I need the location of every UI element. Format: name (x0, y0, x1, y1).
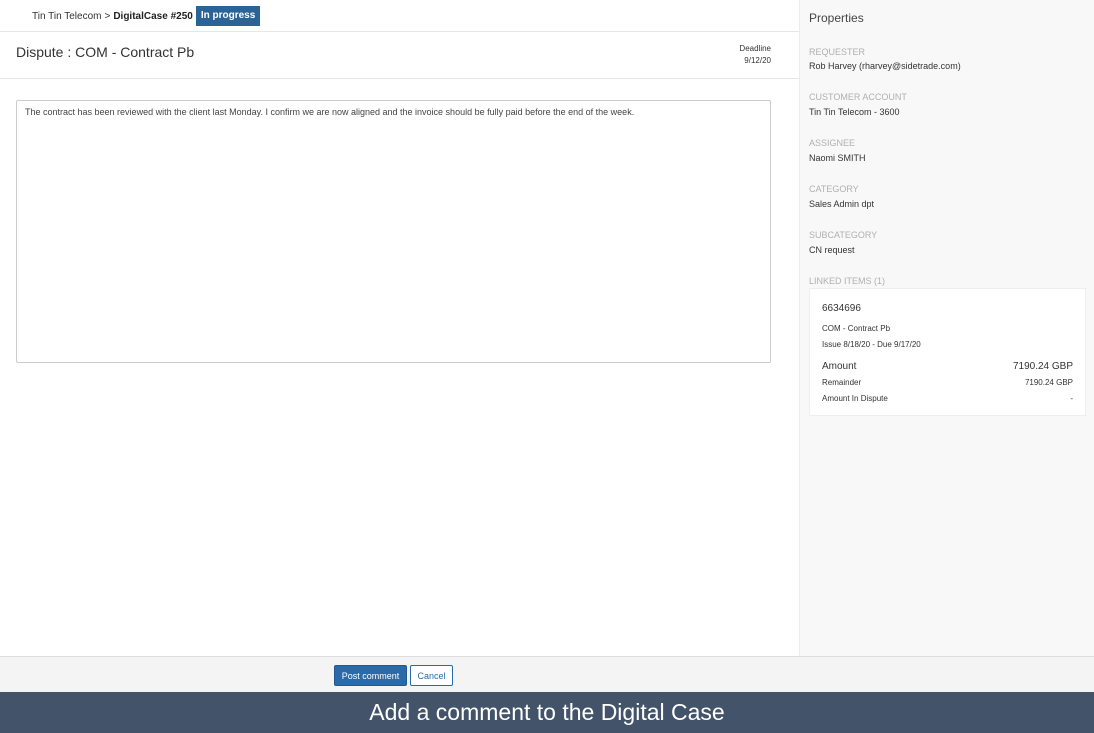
case-title: Dispute : COM - Contract Pb (16, 44, 195, 60)
dispute-row: Amount In Dispute - (822, 394, 1073, 403)
properties-sidebar: Properties REQUESTER Rob Harvey (rharvey… (799, 0, 1094, 656)
requester-label: REQUESTER (809, 47, 866, 57)
category-label: CATEGORY (809, 184, 859, 194)
dispute-value: - (1070, 394, 1073, 403)
deadline: Deadline 9/12/20 (739, 44, 771, 65)
cancel-button[interactable]: Cancel (410, 665, 453, 686)
subcategory-value: CN request (809, 245, 855, 255)
breadcrumb: Tin Tin Telecom > DigitalCase #250 In pr… (32, 6, 261, 26)
linked-item-card[interactable]: 6634696 COM - Contract Pb Issue 8/18/20 … (809, 288, 1086, 416)
amount-value: 7190.24 GBP (1012, 361, 1073, 372)
category-value: Sales Admin dpt (809, 199, 875, 209)
deadline-label: Deadline (739, 44, 771, 53)
linked-item-dates: Issue 8/18/20 - Due 9/17/20 (822, 340, 921, 349)
requester-value: Rob Harvey (rharvey@sidetrade.com) (809, 61, 961, 71)
top-bar: Tin Tin Telecom > DigitalCase #250 In pr… (0, 0, 799, 32)
breadcrumb-account-link[interactable]: Tin Tin Telecom (32, 11, 101, 22)
assignee-label: ASSIGNEE (809, 138, 856, 148)
case-header: Dispute : COM - Contract Pb Deadline 9/1… (0, 33, 799, 79)
main-panel: Tin Tin Telecom > DigitalCase #250 In pr… (0, 0, 799, 656)
linked-items-label: LINKED ITEMS (1) (809, 276, 886, 286)
remainder-row: Remainder 7190.24 GBP (822, 378, 1073, 387)
amount-label: Amount (822, 361, 857, 372)
properties-title: Properties (809, 11, 864, 25)
dispute-label: Amount In Dispute (822, 394, 888, 403)
customer-account-value: Tin Tin Telecom - 3600 (809, 107, 900, 117)
breadcrumb-case: DigitalCase #250 (113, 10, 193, 22)
assignee-value: Naomi SMITH (809, 153, 866, 163)
customer-account-label: CUSTOMER ACCOUNT (809, 92, 907, 102)
caption-banner: Add a comment to the Digital Case (0, 692, 1094, 733)
status-badge: In progress (195, 6, 261, 26)
subcategory-label: SUBCATEGORY (809, 230, 878, 240)
amount-row: Amount 7190.24 GBP (822, 361, 1073, 372)
comment-textarea[interactable]: The contract has been reviewed with the … (16, 100, 771, 363)
breadcrumb-separator: > (104, 10, 111, 22)
linked-item-id[interactable]: 6634696 (822, 303, 861, 314)
deadline-value: 9/12/20 (744, 56, 771, 65)
linked-item-description: COM - Contract Pb (822, 324, 891, 333)
remainder-label: Remainder (822, 378, 862, 387)
post-comment-button[interactable]: Post comment (334, 665, 407, 686)
action-bar: Post comment Cancel (0, 656, 1094, 692)
remainder-value: 7190.24 GBP (1024, 378, 1073, 387)
